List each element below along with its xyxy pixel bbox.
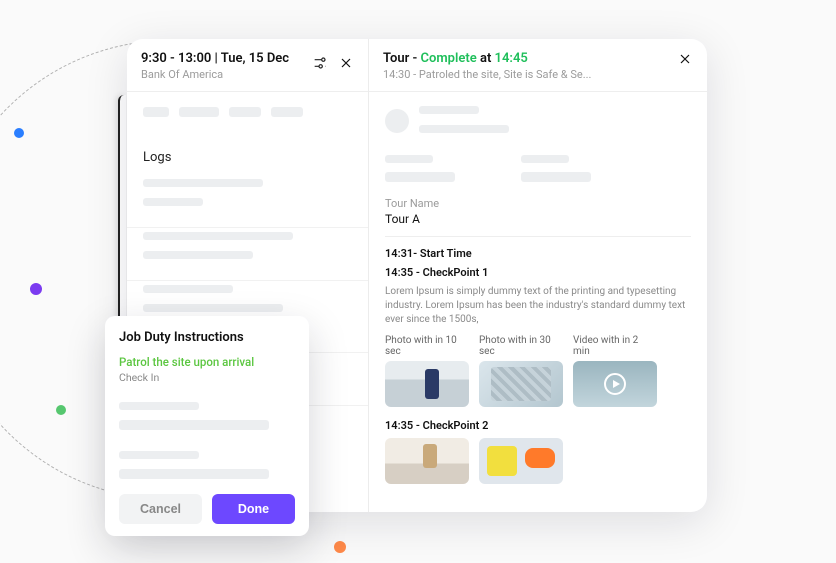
avatar	[385, 109, 409, 133]
right-pane: Tour - Complete at 14:45 14:30 - Patrole…	[369, 39, 707, 512]
modal-actions: Cancel Done	[119, 494, 295, 524]
log-item[interactable]	[127, 228, 368, 281]
media-row: Photo with in 10 sec Photo with in 30 se…	[385, 335, 691, 407]
tour-subtitle: 14:30 - Patroled the site, Site is Safe …	[383, 68, 591, 81]
decorative-dot	[14, 128, 24, 138]
decorative-dot	[334, 541, 346, 553]
checkpoint-1-text: 14:35 - CheckPoint 1	[385, 266, 488, 279]
checkpoint-2-text: 14:35 - CheckPoint 2	[385, 419, 488, 432]
media-row	[385, 438, 691, 484]
video-thumbnail[interactable]	[573, 361, 657, 407]
title-prefix: Tour -	[383, 51, 421, 66]
time-range: 9:30 - 13:00	[141, 51, 211, 66]
media-caption: Video with in 2 min	[573, 335, 657, 357]
decorative-dot	[30, 283, 42, 295]
media-caption: Photo with in 30 sec	[479, 335, 563, 357]
schedule-title: 9:30 - 13:00 | Tue, 15 Dec	[141, 51, 289, 66]
tour-status-title: Tour - Complete at 14:45	[383, 51, 591, 66]
modal-title: Job Duty Instructions	[119, 330, 295, 345]
start-time-text: 14:31- Start Time	[385, 247, 472, 260]
checkpoint-1-line: 14:35 - CheckPoint 1	[385, 266, 691, 279]
start-time-line: 14:31- Start Time	[385, 247, 691, 260]
divider	[385, 236, 691, 237]
job-duty-modal: Job Duty Instructions Patrol the site up…	[105, 316, 309, 536]
checkpoint-1-desc: Lorem Ipsum is simply dummy text of the …	[385, 285, 691, 327]
at-word: at	[477, 51, 495, 66]
photo-thumbnail[interactable]	[479, 361, 563, 407]
right-header: Tour - Complete at 14:45 14:30 - Patrole…	[369, 39, 707, 92]
checkpoint-2-line: 14:35 - CheckPoint 2	[385, 419, 691, 432]
cancel-button[interactable]: Cancel	[119, 494, 202, 524]
left-header: 9:30 - 13:00 | Tue, 15 Dec Bank Of Ameri…	[127, 39, 368, 92]
photo-thumbnail[interactable]	[385, 361, 469, 407]
right-body: Tour Name Tour A 14:31- Start Time 14:35…	[369, 92, 707, 494]
close-icon[interactable]	[338, 55, 354, 71]
status-time: 14:45	[495, 51, 528, 66]
tour-name-value: Tour A	[385, 212, 691, 226]
logs-heading: Logs	[127, 132, 368, 175]
modal-subtext: Check In	[119, 371, 295, 384]
date-separator: |	[211, 51, 220, 66]
status-word: Complete	[421, 51, 477, 66]
play-icon	[604, 373, 626, 395]
decorative-dot	[56, 405, 66, 415]
photo-thumbnail[interactable]	[385, 438, 469, 484]
location-subtitle: Bank Of America	[141, 68, 289, 81]
skeleton-block	[119, 398, 295, 486]
media-caption: Photo with in 10 sec	[385, 335, 469, 357]
done-button[interactable]: Done	[212, 494, 295, 524]
log-item[interactable]	[127, 175, 368, 228]
settings-sliders-icon[interactable]	[312, 55, 328, 71]
modal-highlight: Patrol the site upon arrival	[119, 355, 295, 369]
left-header-titles: 9:30 - 13:00 | Tue, 15 Dec Bank Of Ameri…	[141, 51, 289, 81]
meta-row	[385, 152, 691, 185]
assignee-row	[385, 102, 691, 140]
skeleton-row	[127, 92, 368, 132]
tour-name-label: Tour Name	[385, 197, 691, 210]
close-icon[interactable]	[677, 51, 693, 67]
photo-thumbnail[interactable]	[479, 438, 563, 484]
date-text: Tue, 15 Dec	[221, 51, 289, 66]
